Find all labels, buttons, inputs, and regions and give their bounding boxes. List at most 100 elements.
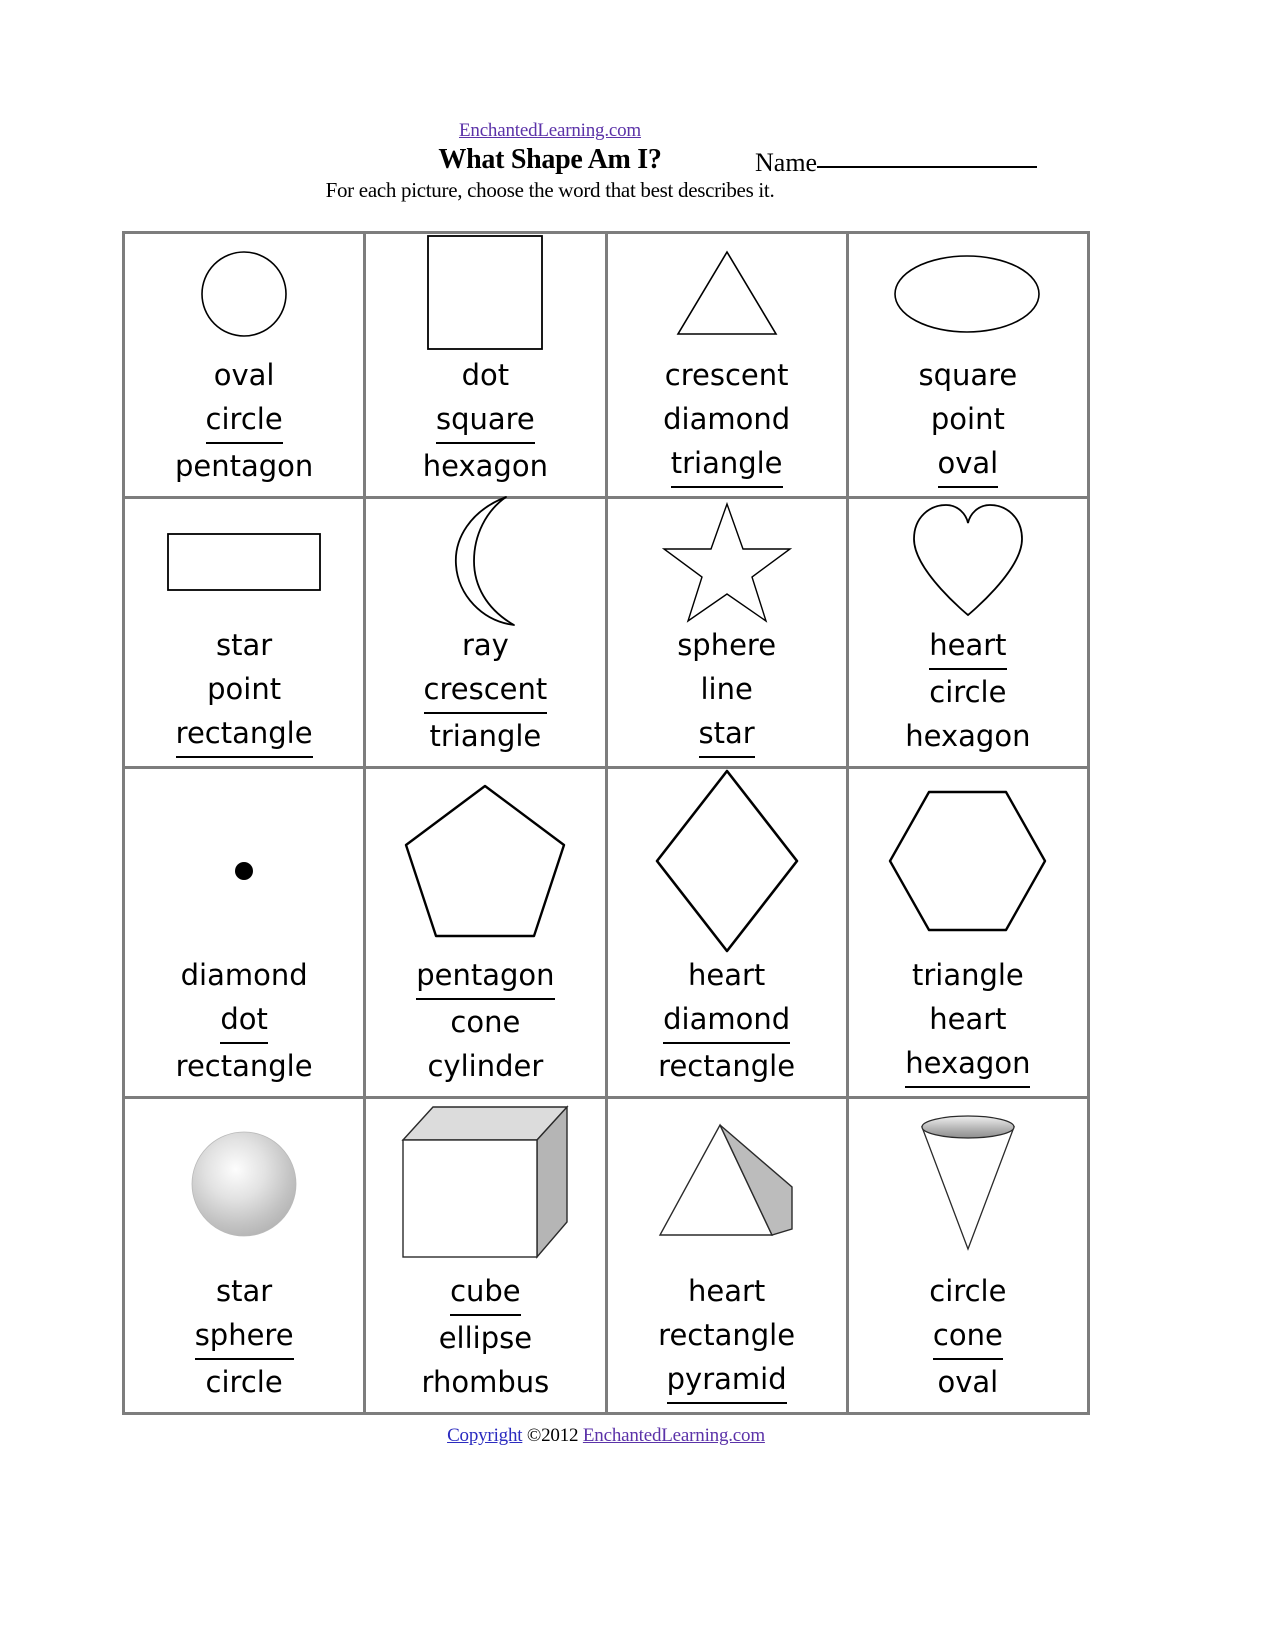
option-list: star sphere circle (125, 1269, 363, 1404)
shape-figure (366, 496, 604, 626)
instructions-text: For each picture, choose the word that b… (325, 178, 775, 202)
option-item[interactable]: rectangle (608, 1044, 846, 1088)
option-list: crescent diamond triangle (608, 353, 846, 488)
rectangle-shape-icon (167, 533, 322, 591)
option-item[interactable]: oval (849, 1360, 1087, 1404)
cone-shape-icon (920, 1115, 1015, 1251)
option-item[interactable]: pentagon (366, 953, 604, 1000)
question-cell: crescent diamond triangle (607, 234, 849, 499)
footer-site-link[interactable]: EnchantedLearning.com (583, 1425, 765, 1446)
option-label: oval (937, 1365, 999, 1399)
option-item[interactable]: circle (849, 1269, 1087, 1313)
option-item[interactable]: line (608, 667, 846, 711)
question-cell: square point oval (848, 234, 1090, 499)
option-item[interactable]: heart (849, 997, 1087, 1041)
worksheet-header: EnchantedLearning.com What Shape Am I? F… (0, 120, 1275, 220)
option-item[interactable]: crescent (366, 667, 604, 714)
option-item[interactable]: dot (125, 997, 363, 1044)
option-list: diamond dot rectangle (125, 953, 363, 1088)
question-cell: oval circle pentagon (125, 234, 367, 499)
option-item[interactable]: hexagon (849, 1041, 1087, 1088)
shape-figure (366, 769, 604, 953)
question-cell: heart circle hexagon (848, 499, 1090, 769)
option-item[interactable]: heart (608, 1269, 846, 1313)
shape-figure (608, 1099, 846, 1269)
option-label: dot (220, 997, 268, 1044)
option-item[interactable]: star (125, 623, 363, 667)
question-cell: diamond dot rectangle (125, 769, 367, 1099)
option-item[interactable]: star (125, 1269, 363, 1313)
option-item[interactable]: point (849, 397, 1087, 441)
name-label: Name (755, 148, 818, 177)
option-label: point (207, 672, 282, 706)
option-label: star (698, 711, 755, 758)
option-item[interactable]: square (366, 397, 604, 444)
square-shape-icon (427, 235, 544, 350)
option-item[interactable]: rectangle (125, 1044, 363, 1088)
option-item[interactable]: hexagon (849, 714, 1087, 758)
option-item[interactable]: diamond (608, 397, 846, 441)
option-list: sphere line star (608, 623, 846, 758)
question-cell: star point rectangle (125, 499, 367, 769)
option-item[interactable]: diamond (608, 997, 846, 1044)
option-item[interactable]: star (608, 711, 846, 758)
option-item[interactable]: heart (608, 953, 846, 997)
option-item[interactable]: pentagon (125, 444, 363, 488)
option-item[interactable]: dot (366, 353, 604, 397)
option-label: heart (687, 958, 766, 992)
shape-figure (849, 234, 1087, 353)
shape-figure (608, 234, 846, 353)
option-label: oval (213, 358, 275, 392)
pentagon-shape-icon (405, 784, 566, 938)
option-label: rectangle (658, 1318, 796, 1352)
heart-shape-icon (912, 504, 1023, 617)
option-item[interactable]: cube (366, 1269, 604, 1316)
cube-shape-icon (401, 1104, 569, 1259)
option-item[interactable]: diamond (125, 953, 363, 997)
option-item[interactable]: pyramid (608, 1357, 846, 1404)
option-item[interactable]: cone (366, 1000, 604, 1044)
option-item[interactable]: circle (849, 670, 1087, 714)
option-item[interactable]: rhombus (366, 1360, 604, 1404)
star-shape-icon (661, 501, 792, 623)
option-label: triangle (670, 441, 783, 488)
option-item[interactable]: oval (849, 441, 1087, 488)
triangle-shape-icon (676, 250, 778, 335)
option-item[interactable]: point (125, 667, 363, 711)
option-item[interactable]: rectangle (125, 711, 363, 758)
option-label: rectangle (658, 1049, 796, 1083)
option-item[interactable]: cone (849, 1313, 1087, 1360)
shape-figure (366, 234, 604, 353)
option-item[interactable]: circle (125, 1360, 363, 1404)
option-item[interactable]: sphere (125, 1313, 363, 1360)
option-label: sphere (677, 628, 777, 662)
option-item[interactable]: triangle (849, 953, 1087, 997)
option-label: cube (450, 1269, 521, 1316)
option-label: heart (929, 623, 1007, 670)
option-item[interactable]: ellipse (366, 1316, 604, 1360)
shape-figure (125, 499, 363, 623)
option-item[interactable]: rectangle (608, 1313, 846, 1357)
option-list: heart rectangle pyramid (608, 1269, 846, 1404)
option-item[interactable]: triangle (608, 441, 846, 488)
option-label: diamond (663, 402, 791, 436)
option-item[interactable]: ray (366, 623, 604, 667)
option-item[interactable]: oval (125, 353, 363, 397)
option-item[interactable]: cylinder (366, 1044, 604, 1088)
hexagon-shape-icon (889, 790, 1047, 932)
copyright-link[interactable]: Copyright (447, 1425, 522, 1446)
option-item[interactable]: triangle (366, 714, 604, 758)
option-label: square (918, 358, 1018, 392)
option-label: pyramid (666, 1357, 787, 1404)
option-item[interactable]: sphere (608, 623, 846, 667)
name-write-line[interactable] (817, 165, 1038, 168)
option-item[interactable]: crescent (608, 353, 846, 397)
option-label: diamond (180, 958, 308, 992)
option-item[interactable]: hexagon (366, 444, 604, 488)
option-label: star (216, 1274, 273, 1308)
option-item[interactable]: square (849, 353, 1087, 397)
oval-shape-icon (894, 254, 1041, 333)
option-item[interactable]: circle (125, 397, 363, 444)
option-item[interactable]: heart (849, 623, 1087, 670)
site-link[interactable]: EnchantedLearning.com (140, 120, 960, 142)
